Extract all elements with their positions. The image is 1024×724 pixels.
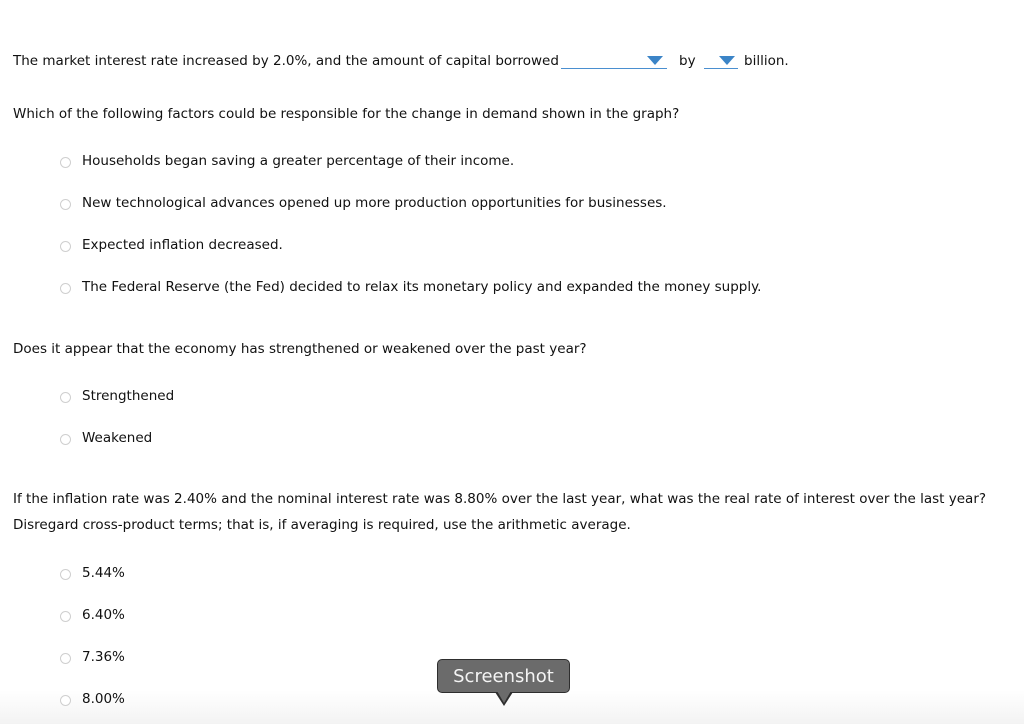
q1-sentence-start: The market interest rate increased by 2.… <box>13 53 559 69</box>
q2-option-technology[interactable]: New technological advances opened up mor… <box>60 194 667 212</box>
q3-prompt: Does it appear that the economy has stre… <box>13 341 587 357</box>
capital-amount-dropdown[interactable] <box>704 52 738 69</box>
q4-option-3[interactable]: 7.36% <box>60 648 125 666</box>
option-label: 5.44% <box>82 565 125 581</box>
screenshot-tooltip: Screenshot <box>437 659 570 693</box>
tooltip-label: Screenshot <box>453 665 554 687</box>
q4-prompt-line2: Disregard cross-product terms; that is, … <box>13 517 631 533</box>
radio-button[interactable] <box>60 652 71 664</box>
option-label: Expected inflation decreased. <box>82 237 283 253</box>
q3-option-strengthened[interactable]: Strengthened <box>60 387 174 405</box>
q2-option-fed[interactable]: The Federal Reserve (the Fed) decided to… <box>60 278 761 296</box>
q1-connector: by <box>679 53 696 69</box>
radio-button[interactable] <box>60 694 71 706</box>
option-label: 6.40% <box>82 607 125 623</box>
option-label: 8.00% <box>82 691 125 707</box>
q4-option-1[interactable]: 5.44% <box>60 564 125 582</box>
option-label: Strengthened <box>82 388 175 404</box>
q2-option-inflation[interactable]: Expected inflation decreased. <box>60 236 283 254</box>
q1-sentence-end: billion. <box>744 53 789 69</box>
q4-option-4[interactable]: 8.00% <box>60 690 125 708</box>
radio-button[interactable] <box>60 391 71 403</box>
radio-button[interactable] <box>60 240 71 252</box>
radio-button[interactable] <box>60 610 71 622</box>
option-label: 7.36% <box>82 649 125 665</box>
radio-button[interactable] <box>60 433 71 445</box>
dropdown-arrow-icon <box>647 56 663 65</box>
q4-option-2[interactable]: 6.40% <box>60 606 125 624</box>
capital-direction-dropdown[interactable] <box>561 52 667 69</box>
radio-button[interactable] <box>60 156 71 168</box>
dropdown-arrow-icon <box>719 56 735 65</box>
option-label: Households began saving a greater percen… <box>82 153 515 169</box>
q3-option-weakened[interactable]: Weakened <box>60 429 152 447</box>
option-label: Weakened <box>82 430 153 446</box>
q4-prompt-line1: If the inflation rate was 2.40% and the … <box>13 491 987 507</box>
option-label: New technological advances opened up mor… <box>82 195 667 211</box>
q2-option-saving[interactable]: Households began saving a greater percen… <box>60 152 514 170</box>
radio-button[interactable] <box>60 198 71 210</box>
radio-button[interactable] <box>60 282 71 294</box>
option-label: The Federal Reserve (the Fed) decided to… <box>82 279 762 295</box>
radio-button[interactable] <box>60 568 71 580</box>
q2-prompt: Which of the following factors could be … <box>13 106 680 122</box>
tooltip-tail-inner <box>497 691 511 703</box>
